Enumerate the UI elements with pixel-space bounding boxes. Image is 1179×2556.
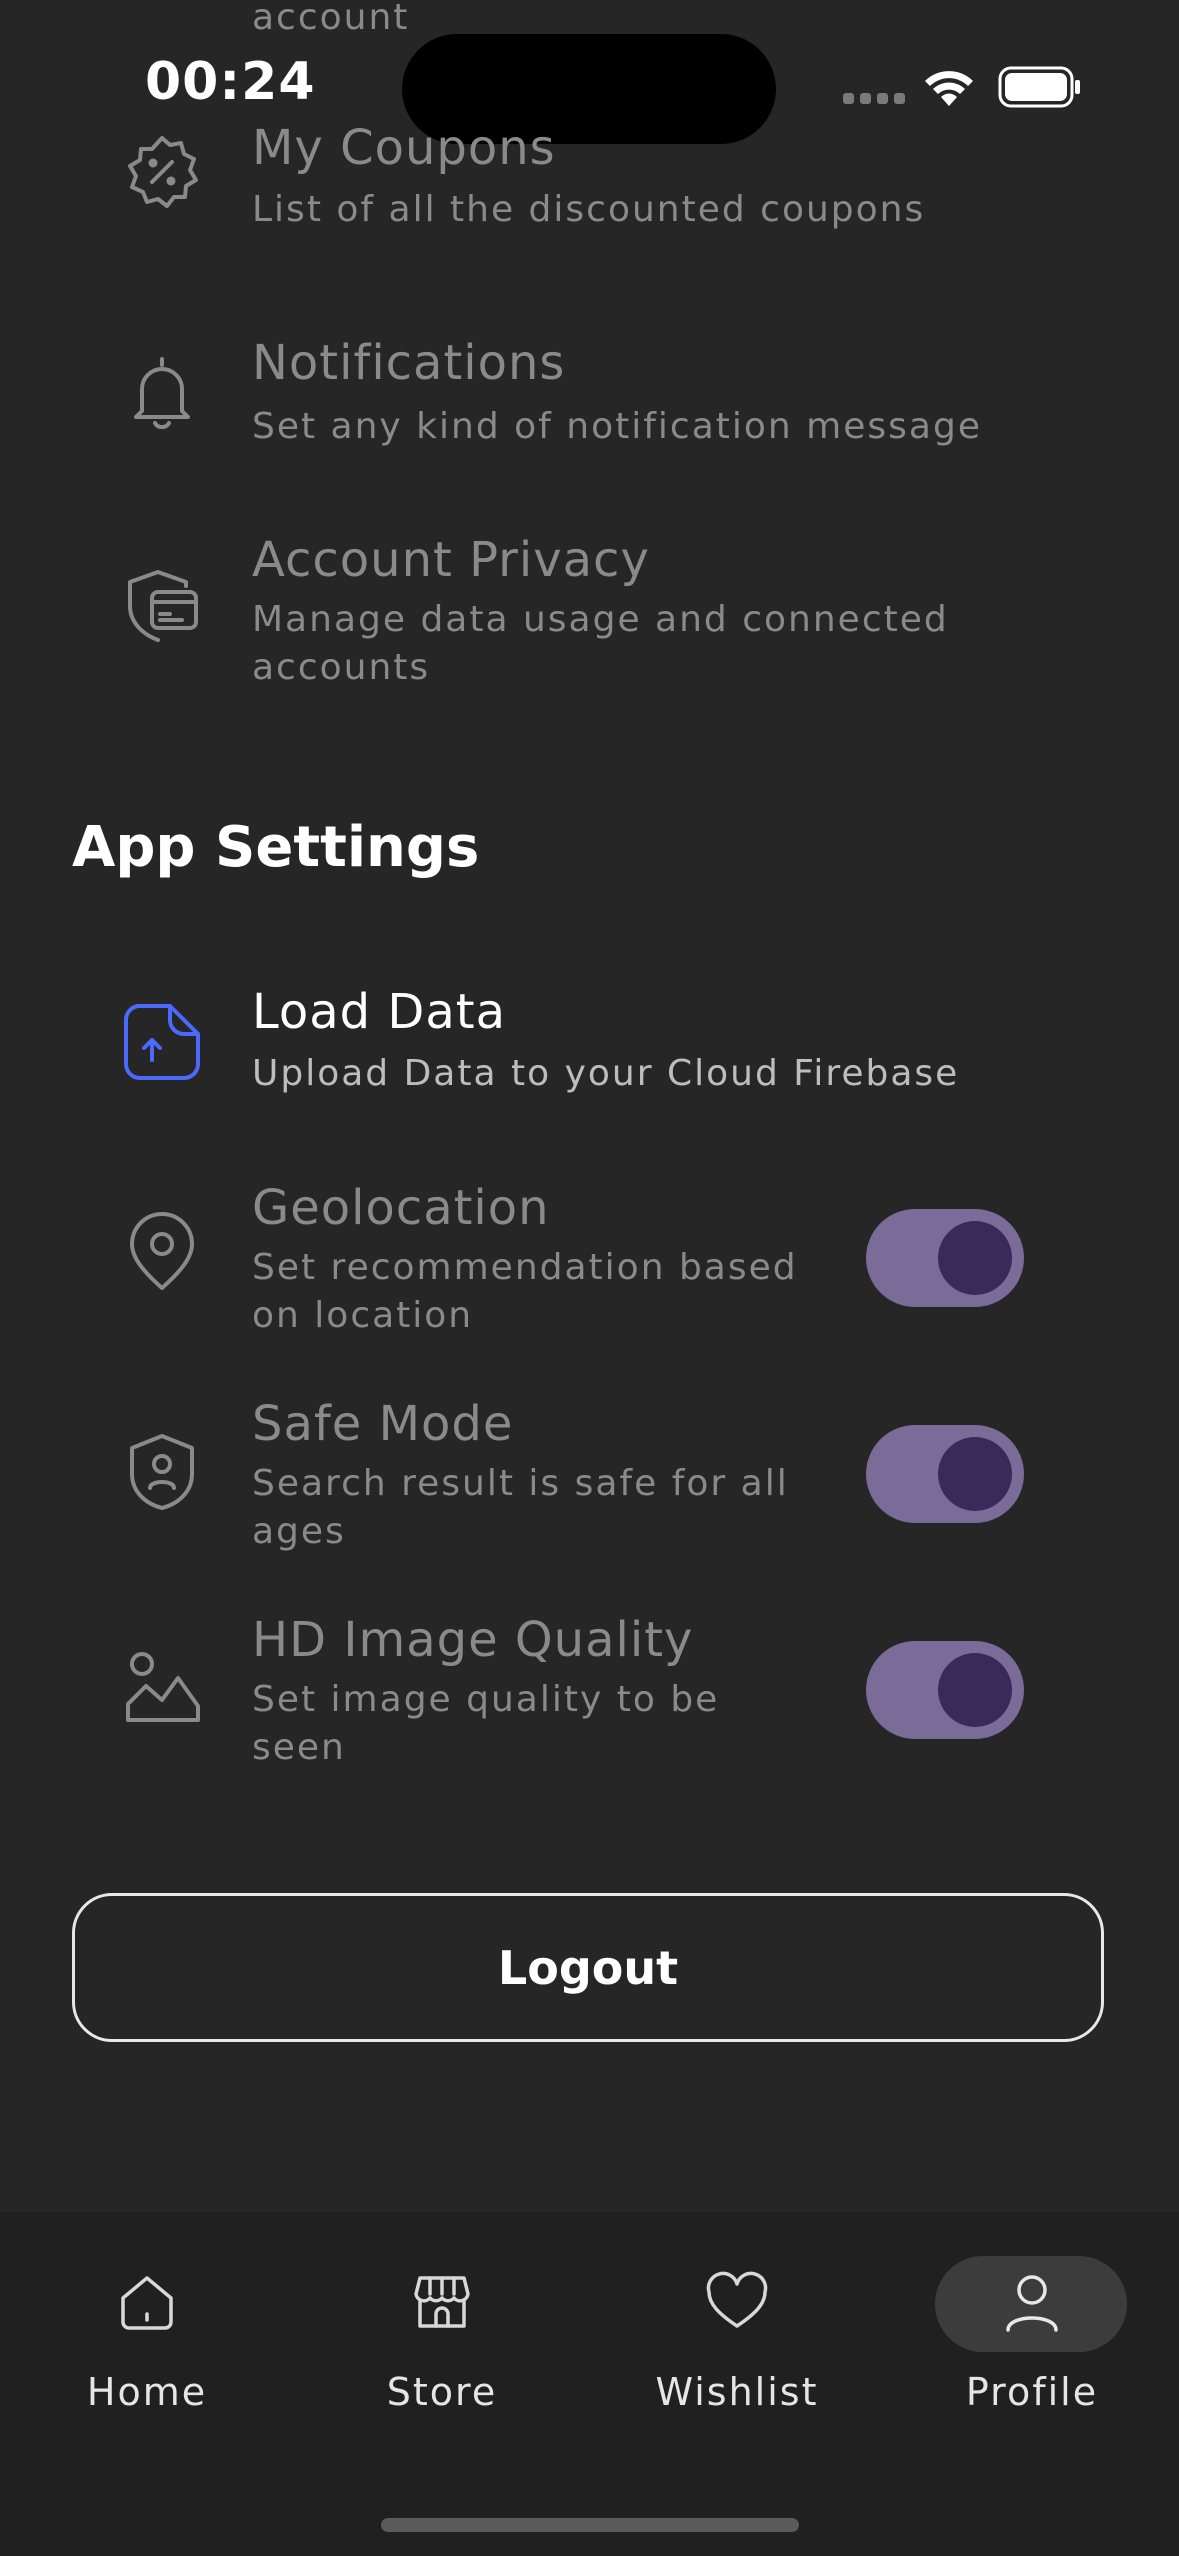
geolocation-subtitle-line2: on location [252, 1295, 474, 1336]
logout-button[interactable]: Logout [72, 1893, 1104, 2042]
hd-image-quality-toggle[interactable] [866, 1641, 1024, 1739]
nav-store[interactable]: Store [342, 2250, 542, 2430]
load-data-row[interactable]: Load Data Upload Data to your Cloud Fire… [0, 984, 1179, 1114]
upload-document-icon [123, 1004, 200, 1080]
account-privacy-subtitle-line2: accounts [252, 647, 431, 688]
load-data-title: Load Data [252, 984, 507, 1040]
heart-icon [706, 2271, 768, 2328]
coupon-icon [128, 136, 198, 208]
geolocation-title: Geolocation [252, 1180, 550, 1236]
nav-wishlist[interactable]: Wishlist [637, 2250, 837, 2430]
notifications-title: Notifications [252, 335, 566, 391]
home-icon [121, 2276, 173, 2330]
toggle-knob [938, 1653, 1012, 1727]
nav-profile-label: Profile [965, 2370, 1099, 2414]
user-icon [1006, 2275, 1058, 2332]
account-row-subtitle: account [252, 0, 410, 38]
nav-home[interactable]: Home [47, 2250, 247, 2430]
geolocation-row: Geolocation Set recommendation based on … [0, 1180, 1179, 1340]
nav-wishlist-label: Wishlist [655, 2370, 819, 2414]
geolocation-toggle[interactable] [866, 1209, 1024, 1307]
hd-image-quality-subtitle-line2: seen [252, 1727, 346, 1768]
toggle-knob [938, 1437, 1012, 1511]
load-data-subtitle: Upload Data to your Cloud Firebase [252, 1053, 960, 1094]
my-coupons-subtitle: List of all the discounted coupons [252, 189, 926, 230]
nav-home-label: Home [86, 2370, 208, 2414]
battery-icon [998, 66, 1080, 108]
hd-image-quality-row: HD Image Quality Set image quality to be… [0, 1612, 1179, 1772]
safe-mode-row: Safe Mode Search result is safe for all … [0, 1396, 1179, 1556]
cellular-signal-icon [843, 93, 905, 105]
nav-profile[interactable]: Profile [932, 2250, 1132, 2430]
safe-mode-title: Safe Mode [252, 1396, 514, 1452]
nav-store-label: Store [386, 2370, 498, 2414]
account-privacy-title: Account Privacy [252, 532, 650, 588]
notifications-row[interactable]: Notifications Set any kind of notificati… [0, 335, 1179, 465]
app-settings-heading: App Settings [72, 815, 480, 880]
security-user-icon [130, 1434, 194, 1510]
location-pin-icon [130, 1212, 194, 1290]
safe-mode-subtitle-line2: ages [252, 1511, 346, 1552]
home-indicator[interactable] [381, 2518, 799, 2532]
safe-mode-subtitle-line1: Search result is safe for all [252, 1463, 789, 1504]
privacy-card-icon [128, 570, 198, 642]
status-time: 00:24 [145, 52, 316, 112]
safe-mode-toggle[interactable] [866, 1425, 1024, 1523]
account-privacy-subtitle-line1: Manage data usage and connected [252, 599, 949, 640]
store-icon [414, 2276, 470, 2328]
wifi-icon [925, 71, 973, 106]
account-privacy-row[interactable]: Account Privacy Manage data usage and co… [0, 532, 1179, 692]
notifications-subtitle: Set any kind of notification message [252, 406, 982, 447]
my-coupons-title: My Coupons [252, 120, 556, 176]
image-icon [126, 1652, 200, 1722]
hd-image-quality-subtitle-line1: Set image quality to be [252, 1679, 720, 1720]
hd-image-quality-title: HD Image Quality [252, 1612, 694, 1668]
bell-icon [134, 357, 190, 430]
geolocation-subtitle-line1: Set recommendation based [252, 1247, 798, 1288]
toggle-knob [938, 1221, 1012, 1295]
my-coupons-row[interactable]: My Coupons List of all the discounted co… [0, 120, 1179, 250]
